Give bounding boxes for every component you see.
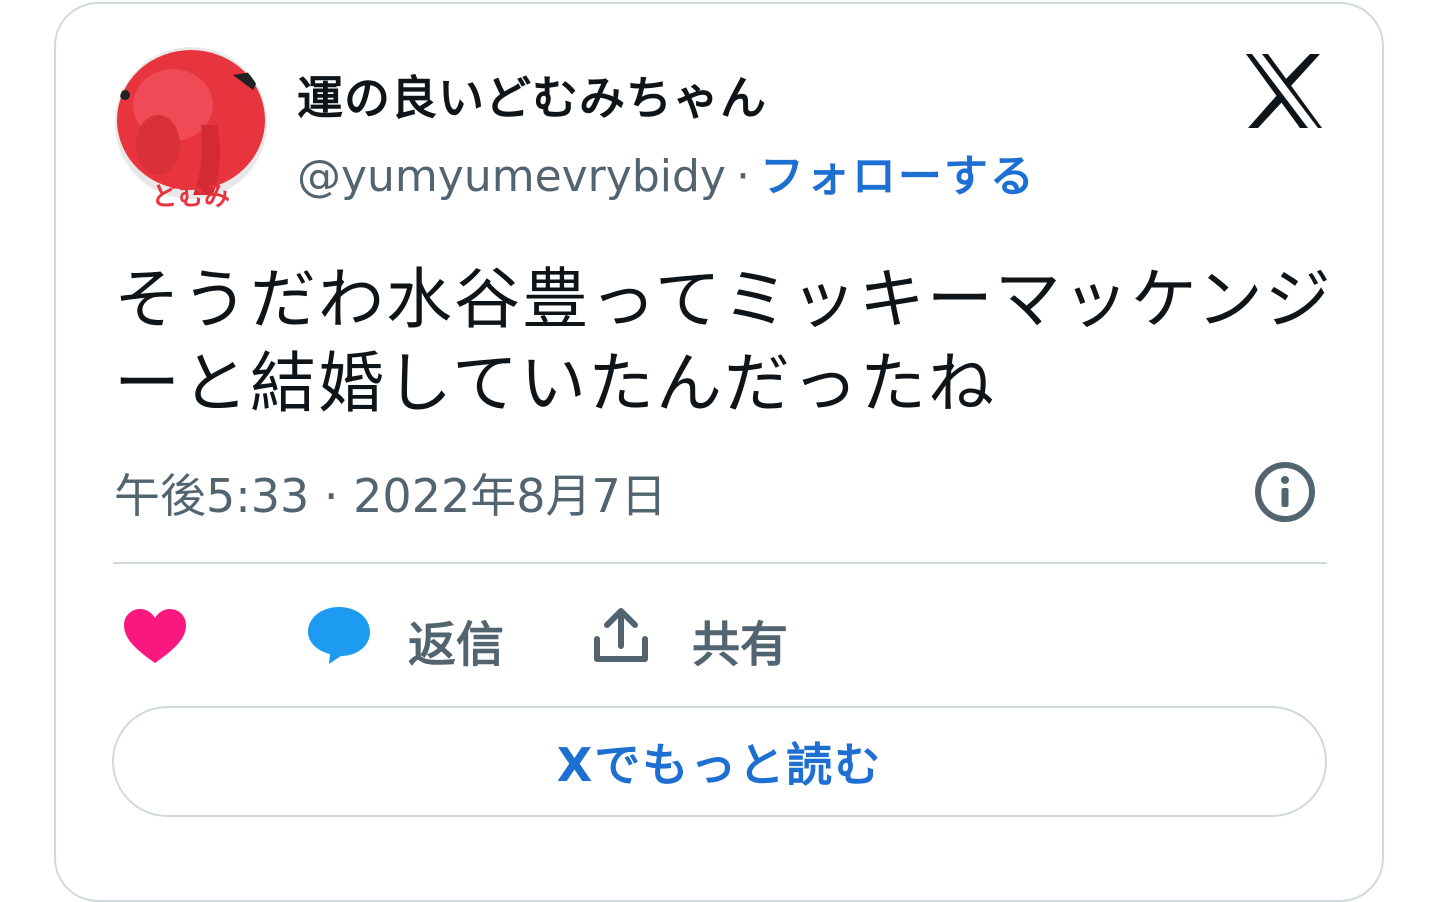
share-upload-icon[interactable] [592, 606, 650, 664]
avatar-caption: どむみ [152, 182, 230, 212]
tweet-text: そうだわ水谷豊ってミッキーマッケンジーと結婚していたんだったね [114, 261, 1333, 422]
tweet-timestamp[interactable]: 午後5:33 · 2022年8月7日 [114, 460, 667, 526]
reply-button[interactable]: 返信 [408, 605, 504, 675]
author-handle[interactable]: @yumyumevrybidy [297, 151, 726, 202]
author-display-name[interactable]: 運の良いどむみちゃん [297, 62, 767, 128]
divider [113, 562, 1327, 564]
x-logo-icon[interactable] [1244, 54, 1324, 128]
author-handle-row: @yumyumevrybidy · フォローする [297, 140, 1036, 204]
read-more-button[interactable]: Xでもっと読む [112, 706, 1327, 817]
author-avatar[interactable]: どむみ [113, 45, 269, 220]
share-button[interactable]: 共有 [692, 605, 788, 675]
separator-dot: · [735, 151, 750, 202]
speech-bubble-icon[interactable] [307, 605, 371, 665]
heart-icon[interactable] [124, 609, 186, 665]
follow-link[interactable]: フォローする [760, 151, 1036, 202]
info-icon[interactable] [1254, 461, 1316, 523]
